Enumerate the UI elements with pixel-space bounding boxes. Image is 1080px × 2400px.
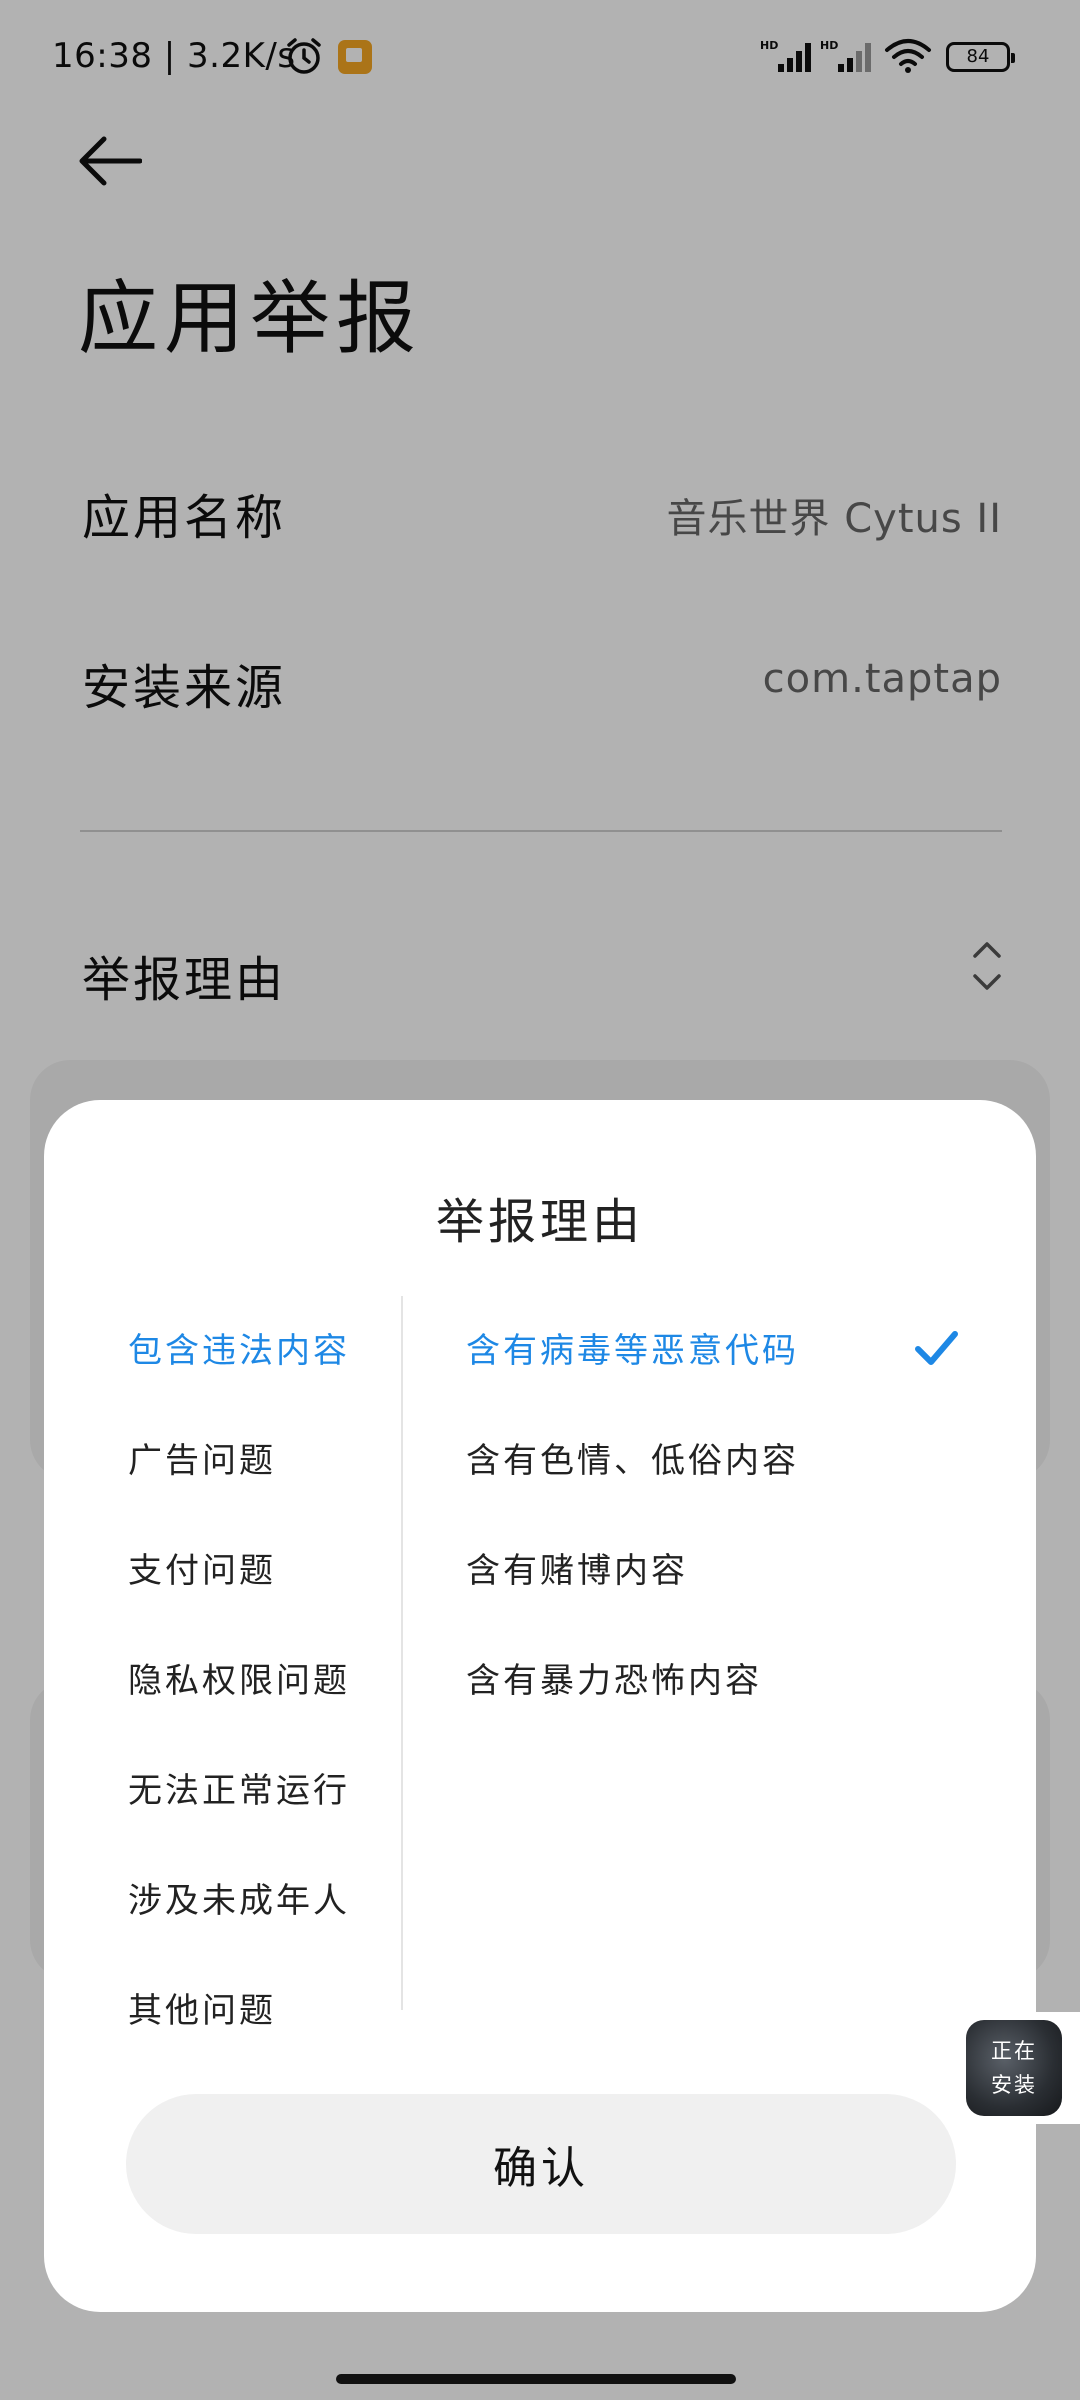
- installing-line1: 正在: [991, 2039, 1037, 2063]
- dialog-title: 举报理由: [435, 1194, 644, 1250]
- category-list: 包含违法内容 广告问题 支付问题 隐私权限问题 无法正常运行 涉及未成年人 其他…: [128, 1296, 428, 2066]
- installing-line2: 安装: [991, 2073, 1037, 2097]
- report-reason-dialog: 举报理由 包含违法内容 广告问题 支付问题 隐私权限问题 无法正常运行 涉及未成…: [44, 1100, 1036, 2312]
- category-other[interactable]: 其他问题: [128, 1956, 428, 2066]
- category-payment[interactable]: 支付问题: [128, 1516, 428, 1626]
- column-divider: [401, 1296, 403, 2010]
- category-minors[interactable]: 涉及未成年人: [128, 1846, 428, 1956]
- installing-widget[interactable]: 正在 安装: [958, 2012, 1080, 2124]
- reason-label: 含有赌博内容: [466, 1551, 688, 1591]
- category-illegal-content[interactable]: 包含违法内容: [128, 1296, 428, 1406]
- reason-violence-terror[interactable]: 含有暴力恐怖内容: [466, 1626, 986, 1736]
- reason-malware[interactable]: 含有病毒等恶意代码: [466, 1296, 986, 1406]
- reason-list: 含有病毒等恶意代码 含有色情、低俗内容 含有赌博内容 含有暴力恐怖内容: [466, 1296, 986, 1736]
- confirm-button[interactable]: 确认: [126, 2094, 956, 2234]
- installing-status: 正在 安装: [966, 2034, 1062, 2102]
- reason-gambling[interactable]: 含有赌博内容: [466, 1516, 986, 1626]
- reason-pornographic[interactable]: 含有色情、低俗内容: [466, 1406, 986, 1516]
- check-icon: [915, 1331, 958, 1365]
- home-indicator[interactable]: [336, 2374, 736, 2384]
- category-privacy-permissions[interactable]: 隐私权限问题: [128, 1626, 428, 1736]
- reason-label: 含有病毒等恶意代码: [466, 1331, 799, 1371]
- reason-label: 含有暴力恐怖内容: [466, 1661, 762, 1701]
- category-cannot-run[interactable]: 无法正常运行: [128, 1736, 428, 1846]
- category-ads[interactable]: 广告问题: [128, 1406, 428, 1516]
- reason-label: 含有色情、低俗内容: [466, 1441, 799, 1481]
